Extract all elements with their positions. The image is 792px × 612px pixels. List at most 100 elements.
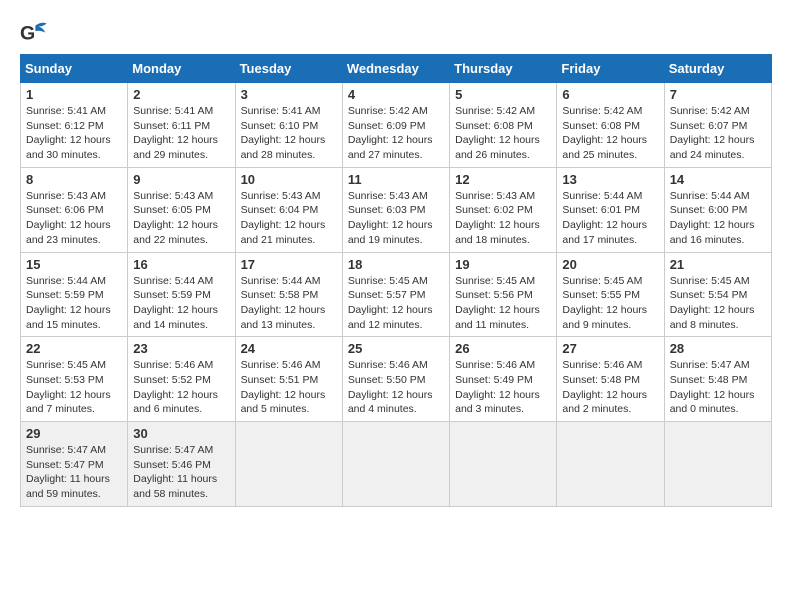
calendar-table: SundayMondayTuesdayWednesdayThursdayFrid… [20, 54, 772, 507]
calendar-cell: 19 Sunrise: 5:45 AMSunset: 5:56 PMDaylig… [450, 252, 557, 337]
day-info: Sunrise: 5:46 AMSunset: 5:51 PMDaylight:… [241, 358, 337, 417]
day-info: Sunrise: 5:42 AMSunset: 6:09 PMDaylight:… [348, 104, 444, 163]
calendar-cell: 28 Sunrise: 5:47 AMSunset: 5:48 PMDaylig… [664, 337, 771, 422]
calendar-cell: 5 Sunrise: 5:42 AMSunset: 6:08 PMDayligh… [450, 83, 557, 168]
calendar-cell [557, 422, 664, 507]
day-info: Sunrise: 5:42 AMSunset: 6:07 PMDaylight:… [670, 104, 766, 163]
day-info: Sunrise: 5:44 AMSunset: 5:59 PMDaylight:… [133, 274, 229, 333]
day-number: 7 [670, 87, 766, 102]
day-number: 5 [455, 87, 551, 102]
column-header-saturday: Saturday [664, 55, 771, 83]
column-header-wednesday: Wednesday [342, 55, 449, 83]
day-info: Sunrise: 5:44 AMSunset: 5:58 PMDaylight:… [241, 274, 337, 333]
day-number: 15 [26, 257, 122, 272]
calendar-cell: 29 Sunrise: 5:47 AMSunset: 5:47 PMDaylig… [21, 422, 128, 507]
day-number: 10 [241, 172, 337, 187]
day-info: Sunrise: 5:43 AMSunset: 6:02 PMDaylight:… [455, 189, 551, 248]
day-number: 28 [670, 341, 766, 356]
day-info: Sunrise: 5:45 AMSunset: 5:57 PMDaylight:… [348, 274, 444, 333]
calendar-cell: 6 Sunrise: 5:42 AMSunset: 6:08 PMDayligh… [557, 83, 664, 168]
day-info: Sunrise: 5:47 AMSunset: 5:47 PMDaylight:… [26, 443, 122, 502]
calendar-cell: 15 Sunrise: 5:44 AMSunset: 5:59 PMDaylig… [21, 252, 128, 337]
calendar-cell: 26 Sunrise: 5:46 AMSunset: 5:49 PMDaylig… [450, 337, 557, 422]
calendar-cell: 7 Sunrise: 5:42 AMSunset: 6:07 PMDayligh… [664, 83, 771, 168]
day-info: Sunrise: 5:41 AMSunset: 6:12 PMDaylight:… [26, 104, 122, 163]
calendar-cell: 3 Sunrise: 5:41 AMSunset: 6:10 PMDayligh… [235, 83, 342, 168]
day-info: Sunrise: 5:41 AMSunset: 6:10 PMDaylight:… [241, 104, 337, 163]
calendar-cell: 4 Sunrise: 5:42 AMSunset: 6:09 PMDayligh… [342, 83, 449, 168]
calendar-cell: 22 Sunrise: 5:45 AMSunset: 5:53 PMDaylig… [21, 337, 128, 422]
day-number: 8 [26, 172, 122, 187]
day-info: Sunrise: 5:46 AMSunset: 5:49 PMDaylight:… [455, 358, 551, 417]
day-info: Sunrise: 5:41 AMSunset: 6:11 PMDaylight:… [133, 104, 229, 163]
calendar-week-row: 1 Sunrise: 5:41 AMSunset: 6:12 PMDayligh… [21, 83, 772, 168]
day-number: 27 [562, 341, 658, 356]
day-number: 18 [348, 257, 444, 272]
calendar-cell: 25 Sunrise: 5:46 AMSunset: 5:50 PMDaylig… [342, 337, 449, 422]
calendar-cell: 18 Sunrise: 5:45 AMSunset: 5:57 PMDaylig… [342, 252, 449, 337]
calendar-cell [664, 422, 771, 507]
logo: G [20, 20, 52, 48]
day-info: Sunrise: 5:43 AMSunset: 6:03 PMDaylight:… [348, 189, 444, 248]
day-number: 29 [26, 426, 122, 441]
day-info: Sunrise: 5:45 AMSunset: 5:56 PMDaylight:… [455, 274, 551, 333]
calendar-cell: 2 Sunrise: 5:41 AMSunset: 6:11 PMDayligh… [128, 83, 235, 168]
day-info: Sunrise: 5:43 AMSunset: 6:06 PMDaylight:… [26, 189, 122, 248]
calendar-cell [235, 422, 342, 507]
general-blue-logo-icon: G [20, 20, 48, 48]
calendar-cell: 14 Sunrise: 5:44 AMSunset: 6:00 PMDaylig… [664, 167, 771, 252]
calendar-cell: 17 Sunrise: 5:44 AMSunset: 5:58 PMDaylig… [235, 252, 342, 337]
column-header-sunday: Sunday [21, 55, 128, 83]
day-number: 23 [133, 341, 229, 356]
day-info: Sunrise: 5:43 AMSunset: 6:04 PMDaylight:… [241, 189, 337, 248]
calendar-cell: 8 Sunrise: 5:43 AMSunset: 6:06 PMDayligh… [21, 167, 128, 252]
calendar-cell [450, 422, 557, 507]
day-number: 6 [562, 87, 658, 102]
day-info: Sunrise: 5:42 AMSunset: 6:08 PMDaylight:… [455, 104, 551, 163]
calendar-cell: 20 Sunrise: 5:45 AMSunset: 5:55 PMDaylig… [557, 252, 664, 337]
calendar-cell: 27 Sunrise: 5:46 AMSunset: 5:48 PMDaylig… [557, 337, 664, 422]
calendar-week-row: 29 Sunrise: 5:47 AMSunset: 5:47 PMDaylig… [21, 422, 772, 507]
day-number: 19 [455, 257, 551, 272]
day-number: 14 [670, 172, 766, 187]
day-info: Sunrise: 5:46 AMSunset: 5:52 PMDaylight:… [133, 358, 229, 417]
calendar-cell: 24 Sunrise: 5:46 AMSunset: 5:51 PMDaylig… [235, 337, 342, 422]
day-number: 11 [348, 172, 444, 187]
calendar-week-row: 22 Sunrise: 5:45 AMSunset: 5:53 PMDaylig… [21, 337, 772, 422]
day-info: Sunrise: 5:45 AMSunset: 5:53 PMDaylight:… [26, 358, 122, 417]
day-info: Sunrise: 5:46 AMSunset: 5:50 PMDaylight:… [348, 358, 444, 417]
day-number: 13 [562, 172, 658, 187]
day-info: Sunrise: 5:44 AMSunset: 6:00 PMDaylight:… [670, 189, 766, 248]
day-info: Sunrise: 5:45 AMSunset: 5:54 PMDaylight:… [670, 274, 766, 333]
day-number: 3 [241, 87, 337, 102]
calendar-cell: 30 Sunrise: 5:47 AMSunset: 5:46 PMDaylig… [128, 422, 235, 507]
day-number: 4 [348, 87, 444, 102]
calendar-cell: 10 Sunrise: 5:43 AMSunset: 6:04 PMDaylig… [235, 167, 342, 252]
day-info: Sunrise: 5:44 AMSunset: 6:01 PMDaylight:… [562, 189, 658, 248]
day-number: 9 [133, 172, 229, 187]
day-number: 20 [562, 257, 658, 272]
day-number: 26 [455, 341, 551, 356]
day-number: 21 [670, 257, 766, 272]
calendar-cell: 23 Sunrise: 5:46 AMSunset: 5:52 PMDaylig… [128, 337, 235, 422]
day-number: 12 [455, 172, 551, 187]
calendar-cell [342, 422, 449, 507]
calendar-week-row: 8 Sunrise: 5:43 AMSunset: 6:06 PMDayligh… [21, 167, 772, 252]
day-info: Sunrise: 5:47 AMSunset: 5:46 PMDaylight:… [133, 443, 229, 502]
day-number: 16 [133, 257, 229, 272]
calendar-week-row: 15 Sunrise: 5:44 AMSunset: 5:59 PMDaylig… [21, 252, 772, 337]
day-number: 30 [133, 426, 229, 441]
page-header: G [20, 20, 772, 48]
day-info: Sunrise: 5:43 AMSunset: 6:05 PMDaylight:… [133, 189, 229, 248]
day-info: Sunrise: 5:46 AMSunset: 5:48 PMDaylight:… [562, 358, 658, 417]
column-header-friday: Friday [557, 55, 664, 83]
day-number: 22 [26, 341, 122, 356]
day-number: 24 [241, 341, 337, 356]
day-number: 17 [241, 257, 337, 272]
column-header-tuesday: Tuesday [235, 55, 342, 83]
column-header-thursday: Thursday [450, 55, 557, 83]
day-info: Sunrise: 5:44 AMSunset: 5:59 PMDaylight:… [26, 274, 122, 333]
day-info: Sunrise: 5:42 AMSunset: 6:08 PMDaylight:… [562, 104, 658, 163]
day-info: Sunrise: 5:47 AMSunset: 5:48 PMDaylight:… [670, 358, 766, 417]
day-number: 25 [348, 341, 444, 356]
